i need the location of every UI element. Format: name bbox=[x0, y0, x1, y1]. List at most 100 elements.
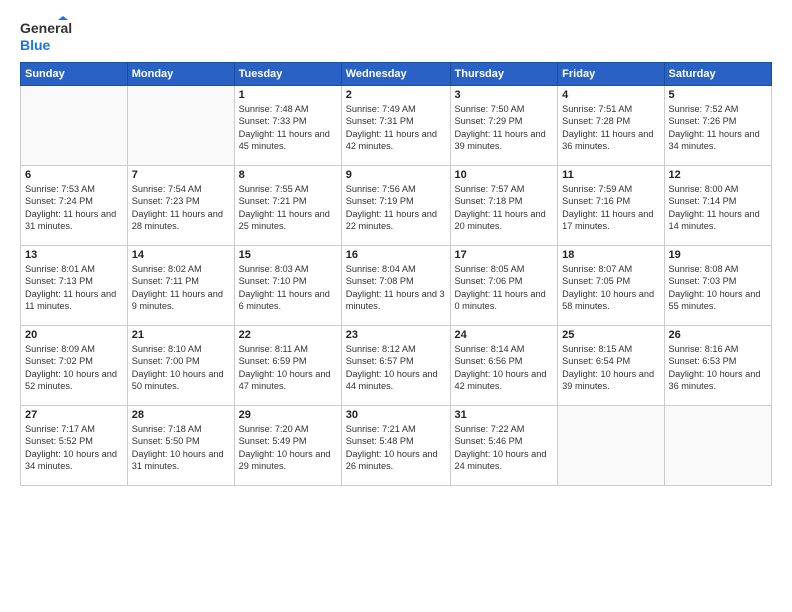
day-number: 7 bbox=[132, 169, 230, 181]
day-number: 5 bbox=[669, 89, 768, 101]
day-number: 15 bbox=[239, 249, 337, 261]
svg-text:Blue: Blue bbox=[20, 37, 51, 53]
day-info: Sunrise: 7:57 AMSunset: 7:18 PMDaylight:… bbox=[455, 183, 554, 233]
day-info: Sunrise: 8:01 AMSunset: 7:13 PMDaylight:… bbox=[25, 263, 123, 313]
weekday-saturday: Saturday bbox=[664, 63, 772, 86]
calendar-cell: 13 Sunrise: 8:01 AMSunset: 7:13 PMDayligh… bbox=[21, 246, 128, 326]
calendar-cell: 12Sunrise: 8:00 AMSunset: 7:14 PMDayligh… bbox=[664, 166, 772, 246]
day-info: Sunrise: 7:17 AMSunset: 5:52 PMDaylight:… bbox=[25, 423, 123, 473]
calendar-cell: 27Sunrise: 7:17 AMSunset: 5:52 PMDayligh… bbox=[21, 406, 128, 486]
day-info: Sunrise: 8:03 AMSunset: 7:10 PMDaylight:… bbox=[239, 263, 337, 313]
logo: GeneralBlue bbox=[20, 16, 72, 54]
day-info: Sunrise: 7:59 AMSunset: 7:16 PMDaylight:… bbox=[562, 183, 659, 233]
day-info: Sunrise: 8:09 AMSunset: 7:02 PMDaylight:… bbox=[25, 343, 123, 393]
day-info: Sunrise: 7:51 AMSunset: 7:28 PMDaylight:… bbox=[562, 103, 659, 153]
calendar-cell: 11 Sunrise: 7:59 AMSunset: 7:16 PMDayligh… bbox=[558, 166, 664, 246]
day-number: 24 bbox=[455, 329, 554, 341]
day-info: Sunrise: 7:18 AMSunset: 5:50 PMDaylight:… bbox=[132, 423, 230, 473]
day-number: 2 bbox=[346, 89, 446, 101]
day-number: 6 bbox=[25, 169, 123, 181]
day-number: 19 bbox=[669, 249, 768, 261]
page: GeneralBlue SundayMondayTuesdayWednesday… bbox=[0, 0, 792, 612]
day-info: Sunrise: 7:55 AMSunset: 7:21 PMDaylight:… bbox=[239, 183, 337, 233]
calendar-cell: 29 Sunrise: 7:20 AMSunset: 5:49 PMDayligh… bbox=[234, 406, 341, 486]
calendar-cell: 28 Sunrise: 7:18 AMSunset: 5:50 PMDayligh… bbox=[127, 406, 234, 486]
day-info: Sunrise: 7:48 AMSunset: 7:33 PMDaylight:… bbox=[239, 103, 337, 153]
calendar-cell: 10 Sunrise: 7:57 AMSunset: 7:18 PMDayligh… bbox=[450, 166, 558, 246]
day-number: 29 bbox=[239, 409, 337, 421]
calendar-cell: 1 Sunrise: 7:48 AMSunset: 7:33 PMDaylight… bbox=[234, 86, 341, 166]
calendar-cell: 3Sunrise: 7:50 AMSunset: 7:29 PMDaylight… bbox=[450, 86, 558, 166]
calendar-cell: 9 Sunrise: 7:56 AMSunset: 7:19 PMDaylight… bbox=[341, 166, 450, 246]
day-number: 14 bbox=[132, 249, 230, 261]
day-info: Sunrise: 7:20 AMSunset: 5:49 PMDaylight:… bbox=[239, 423, 337, 473]
day-number: 21 bbox=[132, 329, 230, 341]
day-number: 16 bbox=[346, 249, 446, 261]
day-info: Sunrise: 7:56 AMSunset: 7:19 PMDaylight:… bbox=[346, 183, 446, 233]
week-row-4: 20 Sunrise: 8:09 AMSunset: 7:02 PMDayligh… bbox=[21, 326, 772, 406]
day-info: Sunrise: 8:14 AMSunset: 6:56 PMDaylight:… bbox=[455, 343, 554, 393]
calendar-cell: 31 Sunrise: 7:22 AMSunset: 5:46 PMDayligh… bbox=[450, 406, 558, 486]
calendar-cell: 7 Sunrise: 7:54 AMSunset: 7:23 PMDaylight… bbox=[127, 166, 234, 246]
day-info: Sunrise: 8:05 AMSunset: 7:06 PMDaylight:… bbox=[455, 263, 554, 313]
day-number: 13 bbox=[25, 249, 123, 261]
day-number: 20 bbox=[25, 329, 123, 341]
day-info: Sunrise: 7:52 AMSunset: 7:26 PMDaylight:… bbox=[669, 103, 768, 153]
week-row-3: 13 Sunrise: 8:01 AMSunset: 7:13 PMDayligh… bbox=[21, 246, 772, 326]
day-info: Sunrise: 7:49 AMSunset: 7:31 PMDaylight:… bbox=[346, 103, 446, 153]
calendar-cell: 22Sunrise: 8:11 AMSunset: 6:59 PMDayligh… bbox=[234, 326, 341, 406]
day-info: Sunrise: 7:22 AMSunset: 5:46 PMDaylight:… bbox=[455, 423, 554, 473]
calendar-cell: 24 Sunrise: 8:14 AMSunset: 6:56 PMDayligh… bbox=[450, 326, 558, 406]
calendar-cell: 15 Sunrise: 8:03 AMSunset: 7:10 PMDayligh… bbox=[234, 246, 341, 326]
day-number: 17 bbox=[455, 249, 554, 261]
calendar-cell: 30 Sunrise: 7:21 AMSunset: 5:48 PMDayligh… bbox=[341, 406, 450, 486]
calendar-cell: 16 Sunrise: 8:04 AMSunset: 7:08 PMDayligh… bbox=[341, 246, 450, 326]
day-number: 26 bbox=[669, 329, 768, 341]
week-row-1: 1 Sunrise: 7:48 AMSunset: 7:33 PMDaylight… bbox=[21, 86, 772, 166]
calendar-table: SundayMondayTuesdayWednesdayThursdayFrid… bbox=[20, 62, 772, 486]
day-number: 31 bbox=[455, 409, 554, 421]
day-number: 22 bbox=[239, 329, 337, 341]
calendar-cell: 2 Sunrise: 7:49 AMSunset: 7:31 PMDaylight… bbox=[341, 86, 450, 166]
calendar-cell: 25Sunrise: 8:15 AMSunset: 6:54 PMDayligh… bbox=[558, 326, 664, 406]
day-info: Sunrise: 8:04 AMSunset: 7:08 PMDaylight:… bbox=[346, 263, 446, 313]
calendar-cell: 14 Sunrise: 8:02 AMSunset: 7:11 PMDayligh… bbox=[127, 246, 234, 326]
calendar-cell: 6Sunrise: 7:53 AMSunset: 7:24 PMDaylight… bbox=[21, 166, 128, 246]
day-info: Sunrise: 8:10 AMSunset: 7:00 PMDaylight:… bbox=[132, 343, 230, 393]
week-row-5: 27Sunrise: 7:17 AMSunset: 5:52 PMDayligh… bbox=[21, 406, 772, 486]
calendar-cell: 8 Sunrise: 7:55 AMSunset: 7:21 PMDaylight… bbox=[234, 166, 341, 246]
weekday-friday: Friday bbox=[558, 63, 664, 86]
day-number: 10 bbox=[455, 169, 554, 181]
day-number: 9 bbox=[346, 169, 446, 181]
day-number: 11 bbox=[562, 169, 659, 181]
day-info: Sunrise: 8:07 AMSunset: 7:05 PMDaylight:… bbox=[562, 263, 659, 313]
day-number: 28 bbox=[132, 409, 230, 421]
calendar-cell bbox=[127, 86, 234, 166]
calendar-cell: 20 Sunrise: 8:09 AMSunset: 7:02 PMDayligh… bbox=[21, 326, 128, 406]
calendar-cell: 26 Sunrise: 8:16 AMSunset: 6:53 PMDayligh… bbox=[664, 326, 772, 406]
day-number: 1 bbox=[239, 89, 337, 101]
day-number: 8 bbox=[239, 169, 337, 181]
calendar-cell bbox=[664, 406, 772, 486]
day-number: 3 bbox=[455, 89, 554, 101]
day-info: Sunrise: 8:16 AMSunset: 6:53 PMDaylight:… bbox=[669, 343, 768, 393]
day-number: 30 bbox=[346, 409, 446, 421]
calendar-cell: 4Sunrise: 7:51 AMSunset: 7:28 PMDaylight… bbox=[558, 86, 664, 166]
calendar-cell: 23 Sunrise: 8:12 AMSunset: 6:57 PMDayligh… bbox=[341, 326, 450, 406]
logo-icon: GeneralBlue bbox=[20, 16, 72, 54]
day-info: Sunrise: 7:54 AMSunset: 7:23 PMDaylight:… bbox=[132, 183, 230, 233]
calendar-cell: 19Sunrise: 8:08 AMSunset: 7:03 PMDayligh… bbox=[664, 246, 772, 326]
calendar-cell bbox=[558, 406, 664, 486]
week-row-2: 6Sunrise: 7:53 AMSunset: 7:24 PMDaylight… bbox=[21, 166, 772, 246]
weekday-sunday: Sunday bbox=[21, 63, 128, 86]
day-info: Sunrise: 7:21 AMSunset: 5:48 PMDaylight:… bbox=[346, 423, 446, 473]
calendar-cell: 21 Sunrise: 8:10 AMSunset: 7:00 PMDayligh… bbox=[127, 326, 234, 406]
day-number: 18 bbox=[562, 249, 659, 261]
weekday-header-row: SundayMondayTuesdayWednesdayThursdayFrid… bbox=[21, 63, 772, 86]
calendar-cell: 5 Sunrise: 7:52 AMSunset: 7:26 PMDaylight… bbox=[664, 86, 772, 166]
day-number: 23 bbox=[346, 329, 446, 341]
day-info: Sunrise: 8:12 AMSunset: 6:57 PMDaylight:… bbox=[346, 343, 446, 393]
weekday-tuesday: Tuesday bbox=[234, 63, 341, 86]
day-info: Sunrise: 8:02 AMSunset: 7:11 PMDaylight:… bbox=[132, 263, 230, 313]
svg-text:General: General bbox=[20, 20, 72, 36]
